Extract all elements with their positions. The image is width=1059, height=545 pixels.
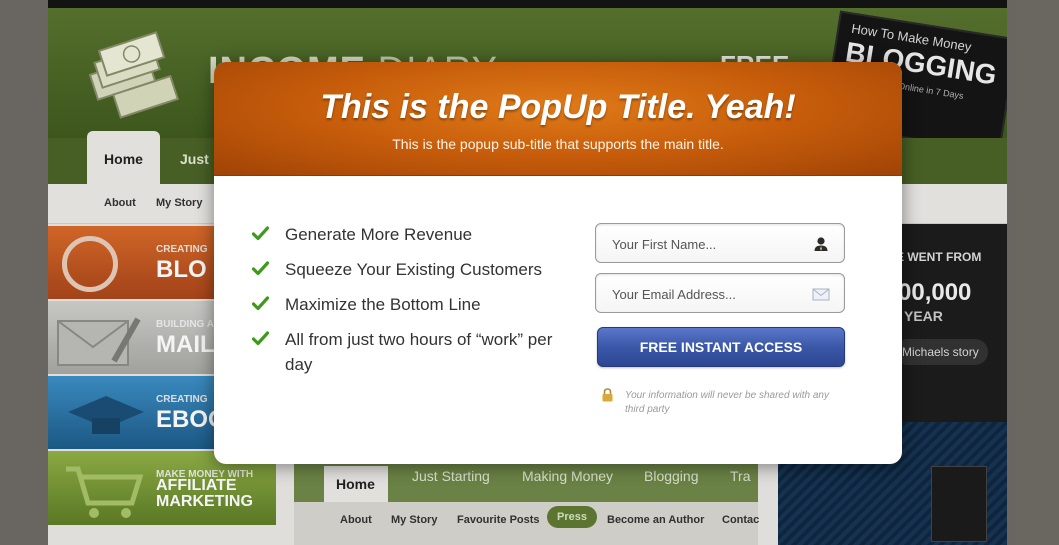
email-input[interactable] — [612, 284, 802, 304]
benefit-item: Maximize the Bottom Line — [252, 292, 572, 317]
popup-dialog: This is the PopUp Title. Yeah! This is t… — [214, 62, 902, 464]
first-name-field[interactable] — [595, 223, 845, 263]
popup-subtitle: This is the popup sub-title that support… — [392, 136, 724, 152]
checkmark-icon — [252, 226, 269, 241]
benefit-item: All from just two hours of “work” per da… — [252, 327, 572, 377]
benefit-text: Maximize the Bottom Line — [285, 295, 481, 314]
user-icon — [814, 237, 828, 251]
benefit-text: All from just two hours of “work” per da… — [285, 330, 553, 374]
email-field[interactable] — [595, 273, 845, 313]
envelope-icon — [812, 288, 830, 301]
popup-header: This is the PopUp Title. Yeah! This is t… — [214, 62, 902, 176]
benefits-list: Generate More Revenue Squeeze Your Exist… — [252, 222, 572, 387]
checkmark-icon — [252, 296, 269, 311]
benefit-text: Generate More Revenue — [285, 225, 473, 244]
checkmark-icon — [252, 261, 269, 276]
benefit-item: Squeeze Your Existing Customers — [252, 257, 572, 282]
lock-icon — [602, 388, 613, 402]
first-name-input[interactable] — [612, 234, 802, 254]
benefit-text: Squeeze Your Existing Customers — [285, 260, 543, 279]
privacy-text: Your information will never be shared wi… — [625, 390, 829, 415]
popup-title: This is the PopUp Title. Yeah! — [320, 88, 796, 126]
free-instant-access-button[interactable]: FREE INSTANT ACCESS — [597, 327, 845, 367]
checkmark-icon — [252, 331, 269, 346]
benefit-item: Generate More Revenue — [252, 222, 572, 247]
